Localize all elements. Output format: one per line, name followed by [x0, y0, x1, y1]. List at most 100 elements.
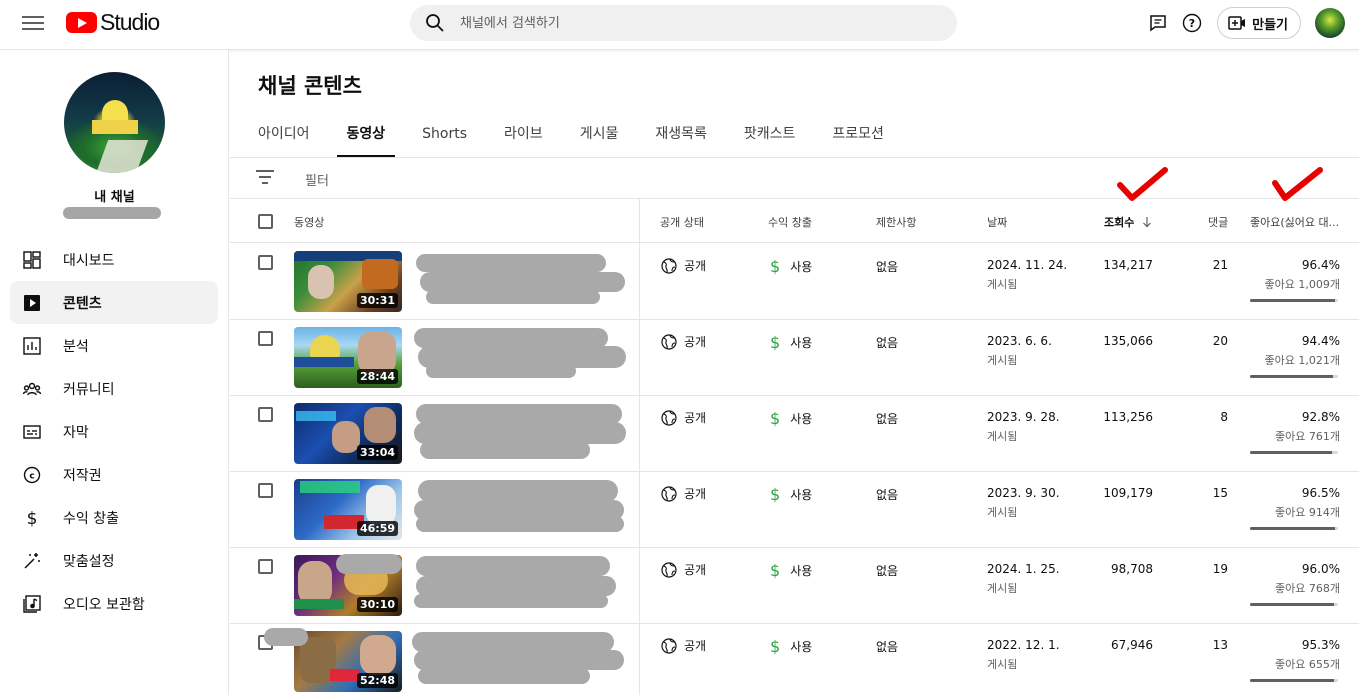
monetization-cell[interactable]: $ 사용	[770, 637, 812, 656]
tab-live[interactable]: 라이브	[494, 120, 553, 157]
filter-icon[interactable]	[256, 170, 274, 186]
redacted-description	[426, 364, 576, 378]
visibility-cell[interactable]: 공개	[661, 485, 706, 502]
tab-videos[interactable]: 동영상	[336, 120, 396, 157]
sidebar-item-copyright[interactable]: c 저작권	[10, 453, 218, 496]
table-row[interactable]: 33:04 공개 $ 사용 없음 2023. 9. 28. 게시됨 113,256…	[230, 396, 1359, 472]
video-thumbnail[interactable]: 52:48	[294, 631, 402, 692]
likes-percent: 94.4%	[1301, 334, 1340, 348]
like-ratio-bar	[1250, 375, 1338, 378]
likes-count: 좋아요 1,009개	[1264, 278, 1340, 291]
tab-shorts[interactable]: Shorts	[412, 120, 477, 157]
column-header-date[interactable]: 날짜	[987, 214, 1007, 230]
monetization-cell[interactable]: $ 사용	[770, 333, 812, 352]
dollar-icon: $	[770, 333, 781, 352]
table-row[interactable]: 30:10 공개 $ 사용 없음 2024. 1. 25. 게시됨 98,708 …	[230, 548, 1359, 624]
video-thumbnail[interactable]: 28:44	[294, 327, 402, 388]
visibility-cell[interactable]: 공개	[661, 561, 706, 578]
column-header-likes[interactable]: 좋아요(싫어요 대...	[1250, 214, 1339, 230]
channel-avatar[interactable]	[64, 72, 165, 173]
row-checkbox[interactable]	[258, 483, 273, 498]
feedback-icon[interactable]	[1141, 6, 1175, 40]
studio-logo[interactable]: Studio	[66, 9, 160, 35]
visibility-cell[interactable]: 공개	[661, 257, 706, 274]
likes-percent: 92.8%	[1301, 410, 1340, 424]
row-checkbox[interactable]	[258, 407, 273, 422]
date-status: 게시됨	[987, 278, 1018, 291]
visibility-label: 공개	[684, 563, 707, 577]
sidebar-item-label: 저작권	[63, 467, 102, 484]
column-header-restrictions[interactable]: 제한사항	[876, 214, 916, 230]
annotation-checkmark-views	[1117, 167, 1168, 201]
like-ratio-bar	[1250, 527, 1338, 530]
tab-posts[interactable]: 게시물	[570, 120, 629, 157]
tab-playlists[interactable]: 재생목록	[645, 120, 717, 157]
tab-promotions[interactable]: 프로모션	[822, 120, 894, 157]
monetization-label: 사용	[790, 640, 813, 654]
visibility-cell[interactable]: 공개	[661, 637, 706, 654]
sort-arrow-down-icon	[1143, 217, 1152, 228]
channel-name-redacted	[63, 207, 161, 219]
comments-value: 19	[1212, 562, 1228, 576]
redacted-title	[416, 404, 622, 424]
sidebar-item-dashboard[interactable]: 대시보드	[10, 238, 218, 281]
create-button-label: 만들기	[1252, 17, 1288, 33]
sidebar-item-content[interactable]: 콘텐츠	[10, 281, 218, 324]
table-row[interactable]: 28:44 공개 $ 사용 없음 2023. 6. 6. 게시됨 135,066 …	[230, 320, 1359, 396]
dollar-icon: $	[770, 257, 781, 276]
sidebar-item-analytics[interactable]: 분석	[10, 324, 218, 367]
table-row[interactable]: 46:59 공개 $ 사용 없음 2023. 9. 30. 게시됨 109,179…	[230, 472, 1359, 548]
table-row[interactable]: 30:31 공개 $ 사용 없음 2024. 11. 24. 게시됨 134,21…	[230, 244, 1359, 320]
search-bar[interactable]	[410, 5, 957, 41]
filter-input[interactable]: 필터	[305, 170, 329, 189]
create-button[interactable]: 만들기	[1217, 7, 1301, 39]
sidebar-item-monetization[interactable]: $ 수익 창출	[10, 496, 218, 539]
visibility-cell[interactable]: 공개	[661, 333, 706, 350]
row-checkbox[interactable]	[258, 559, 273, 574]
globe-icon	[661, 409, 677, 426]
monetization-label: 사용	[790, 488, 813, 502]
sidebar-item-label: 콘텐츠	[63, 295, 102, 312]
column-header-monetization[interactable]: 수익 창출	[768, 214, 812, 230]
help-icon[interactable]: ?	[1175, 6, 1209, 40]
monetization-cell[interactable]: $ 사용	[770, 485, 812, 504]
video-thumbnail[interactable]: 46:59	[294, 479, 402, 540]
date-value: 2022. 12. 1.	[987, 638, 1060, 652]
monetization-label: 사용	[790, 260, 813, 274]
search-input[interactable]	[460, 15, 930, 31]
likes-count: 좋아요 1,021개	[1264, 354, 1340, 367]
video-thumbnail[interactable]: 33:04	[294, 403, 402, 464]
video-thumbnail[interactable]: 30:31	[294, 251, 402, 312]
channel-label: 내 채널	[94, 190, 135, 205]
monetization-cell[interactable]: $ 사용	[770, 409, 812, 428]
sidebar-item-subtitles[interactable]: 자막	[10, 410, 218, 453]
monetization-cell[interactable]: $ 사용	[770, 561, 812, 580]
row-checkbox[interactable]	[258, 331, 273, 346]
column-header-comments[interactable]: 댓글	[1208, 214, 1228, 230]
views-value: 135,066	[1103, 334, 1153, 348]
globe-icon	[661, 333, 677, 350]
table-row[interactable]: 52:48 공개 $ 사용 없음 2022. 12. 1. 게시됨 67,946 …	[230, 624, 1359, 695]
column-header-views[interactable]: 조회수	[1104, 214, 1153, 230]
redacted-description	[414, 594, 608, 608]
row-checkbox[interactable]	[258, 255, 273, 270]
annotation-checkmark-likes	[1272, 167, 1323, 201]
sidebar-item-label: 분석	[63, 338, 89, 355]
select-all-checkbox[interactable]	[258, 214, 273, 229]
tab-ideas[interactable]: 아이디어	[248, 120, 320, 157]
sidebar-item-customization[interactable]: 맞춤설정	[10, 539, 218, 582]
sidebar-item-audio-library[interactable]: 오디오 보관함	[10, 582, 218, 625]
magic-wand-icon	[22, 551, 42, 571]
menu-icon[interactable]	[22, 13, 44, 31]
sidebar-item-community[interactable]: 커뮤니티	[10, 367, 218, 410]
date-status: 게시됨	[987, 658, 1018, 671]
redacted-thumbnail-text	[264, 628, 308, 646]
tab-podcasts[interactable]: 팟캐스트	[734, 120, 806, 157]
visibility-cell[interactable]: 공개	[661, 409, 706, 426]
monetization-cell[interactable]: $ 사용	[770, 257, 812, 276]
column-header-visibility[interactable]: 공개 상태	[660, 214, 704, 230]
comments-value: 15	[1212, 486, 1228, 500]
search-icon[interactable]	[410, 5, 460, 41]
account-avatar[interactable]	[1315, 8, 1345, 38]
visibility-label: 공개	[684, 335, 707, 349]
